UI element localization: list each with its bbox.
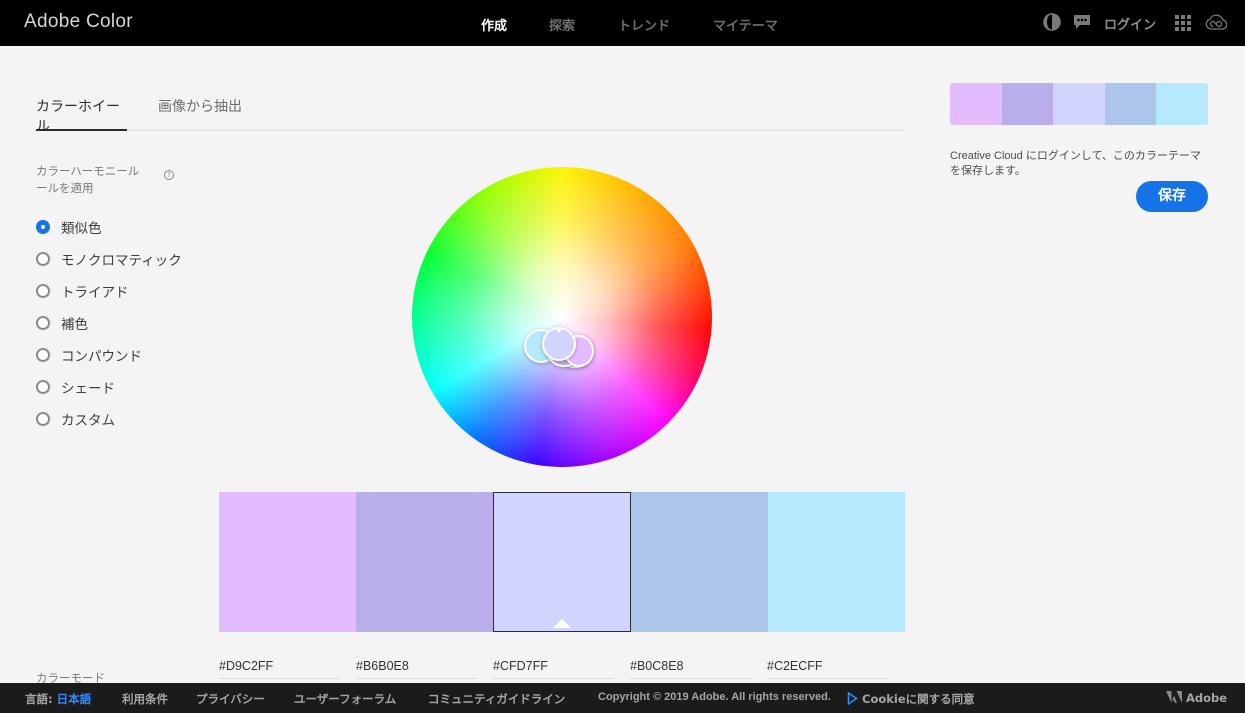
language-value[interactable]: 日本語 [57, 692, 92, 706]
radio[interactable] [36, 284, 50, 298]
tab-extract-from-image[interactable]: 画像から抽出 [158, 96, 242, 131]
radio[interactable] [36, 380, 50, 394]
copyright: Copyright © 2019 Adobe. All rights reser… [598, 691, 831, 703]
option-label: コンパウンド [61, 349, 142, 365]
swatch-4[interactable] [630, 492, 768, 632]
harmony-option-custom[interactable]: カスタム [36, 408, 216, 430]
harmony-rule-label-line2: ールを適用 [36, 181, 94, 195]
tab-color-wheel[interactable]: カラーホイール [36, 96, 127, 135]
language-selector[interactable]: 言語: 日本語 [25, 691, 91, 707]
swatch-1[interactable] [219, 492, 357, 632]
mode-tabs: カラーホイール 画像から抽出 [36, 96, 905, 135]
hex-inputs: #D9C2FF #B6B0E8 #CFD7FF #B0C8E8 #C2ECFF [219, 657, 905, 679]
harmony-option-analogous[interactable]: 類似色 [36, 216, 216, 238]
apps-grid-icon[interactable] [1175, 15, 1191, 35]
option-label: シェード [61, 381, 115, 397]
language-prefix: 言語: [25, 692, 53, 706]
harmony-option-shades[interactable]: シェード [36, 376, 216, 398]
help-icon[interactable]: ? [164, 170, 174, 180]
creative-cloud-icon[interactable] [1205, 14, 1228, 36]
radio[interactable] [36, 348, 50, 362]
color-wheel[interactable] [412, 167, 712, 467]
base-color-handle[interactable] [542, 327, 576, 361]
harmony-option-complementary[interactable]: 補色 [36, 312, 216, 334]
preview-swatch-3 [1053, 83, 1105, 125]
hex-input-4[interactable]: #B0C8E8 [630, 657, 751, 679]
swatch-3-base[interactable] [493, 492, 631, 632]
hex-input-2[interactable]: #B6B0E8 [356, 657, 477, 679]
preview-swatch-5 [1156, 83, 1208, 125]
cookie-consent-link[interactable]: Cookieに関する同意 [847, 691, 975, 707]
radio[interactable] [36, 412, 50, 426]
harmony-option-compound[interactable]: コンパウンド [36, 344, 216, 366]
cookie-label: Cookieに関する同意 [862, 692, 975, 706]
preview-swatch-1 [950, 83, 1002, 125]
theme-preview [950, 83, 1208, 125]
color-wheel-saturation [412, 167, 712, 467]
footer-link-forums[interactable]: ユーザーフォーラム [294, 691, 396, 707]
option-label: トライアド [61, 285, 129, 301]
contrast-icon[interactable] [1043, 13, 1061, 35]
option-label: 補色 [61, 317, 88, 333]
radio[interactable] [36, 316, 50, 330]
harmony-option-monochromatic[interactable]: モノクロマティック [36, 248, 216, 270]
swatch-2[interactable] [356, 492, 494, 632]
radio-checked[interactable] [36, 220, 50, 234]
option-label: カスタム [61, 413, 115, 429]
radio[interactable] [36, 252, 50, 266]
adobe-label: Adobe [1186, 691, 1228, 705]
swatch-strip [219, 492, 906, 632]
nav-item-my-themes[interactable]: マイテーマ [713, 15, 778, 34]
footer: 言語: 日本語 利用条件 プライバシー ユーザーフォーラム コミュニティガイドラ… [0, 683, 1245, 713]
harmony-rule-label-line1: カラーハーモニール [36, 164, 140, 178]
preview-swatch-4 [1104, 83, 1157, 125]
top-bar: Adobe Color 作成 探索 トレンド マイテーマ ログイン [0, 0, 1245, 46]
save-button[interactable]: 保存 [1136, 181, 1208, 212]
footer-link-terms[interactable]: 利用条件 [122, 691, 168, 707]
option-label: 類似色 [61, 221, 102, 237]
footer-link-privacy[interactable]: プライバシー [196, 691, 265, 707]
hex-input-5[interactable]: #C2ECFF [767, 657, 888, 679]
swatch-5[interactable] [767, 492, 906, 632]
harmony-rule-label: カラーハーモニール ールを適用 [36, 163, 156, 197]
option-label: モノクロマティック [61, 253, 182, 269]
nav-item-explore[interactable]: 探索 [549, 15, 575, 34]
preview-swatch-2 [1001, 83, 1054, 125]
adobe-logo-link[interactable]: Adobe [1166, 691, 1227, 705]
footer-link-community-guidelines[interactable]: コミュニティガイドライン [428, 691, 565, 707]
harmony-option-triad[interactable]: トライアド [36, 280, 216, 302]
nav-item-create[interactable]: 作成 [481, 15, 507, 34]
base-marker-icon [555, 328, 563, 333]
login-link[interactable]: ログイン [1104, 14, 1156, 33]
adchoices-icon [847, 691, 858, 706]
hex-input-3[interactable]: #CFD7FF [493, 657, 614, 679]
save-note: Creative Cloud にログインして、このカラーテーマを保存します。 [950, 150, 1201, 177]
nav-item-trends[interactable]: トレンド [618, 15, 670, 34]
hex-input-1[interactable]: #D9C2FF [219, 657, 340, 679]
base-swatch-marker-icon [553, 619, 571, 628]
adobe-logo-icon [1166, 691, 1182, 703]
feedback-icon[interactable] [1073, 13, 1091, 35]
